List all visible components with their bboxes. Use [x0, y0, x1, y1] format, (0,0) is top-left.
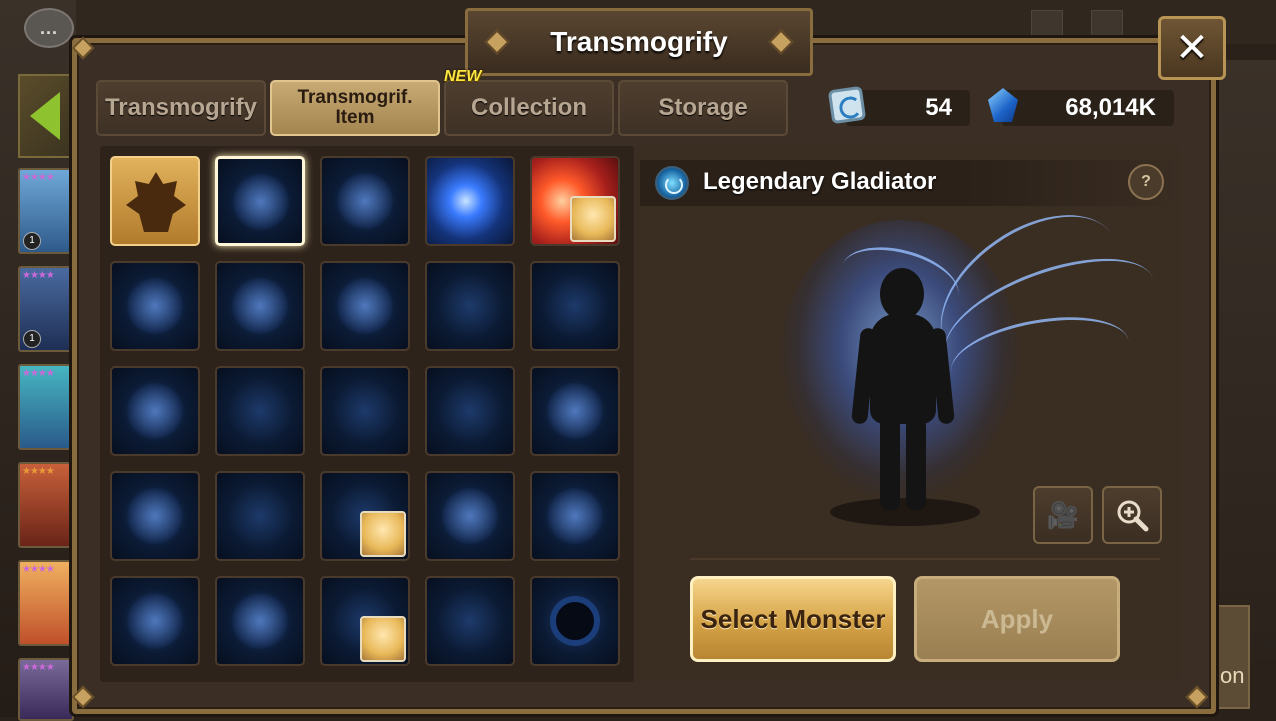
transmog-item-slot[interactable]: [320, 261, 410, 351]
title-ornament-icon: [484, 29, 510, 55]
sparkle-effect-icon: [547, 383, 603, 439]
transmog-item-slot[interactable]: [425, 471, 515, 561]
close-button[interactable]: ✕: [1158, 16, 1226, 80]
zoom-button[interactable]: [1102, 486, 1162, 544]
tab-transmogrify-item[interactable]: Transmogrif. Item: [270, 80, 440, 136]
dark-ring-effect-icon: [550, 596, 600, 646]
transmog-item-slot[interactable]: [530, 471, 620, 561]
transmog-item-slot[interactable]: [425, 261, 515, 351]
transmog-stone-value: 54: [925, 94, 952, 121]
back-arrow-button[interactable]: [18, 74, 76, 158]
back-arrow-icon: [30, 92, 60, 140]
video-camera-icon: 🎥: [1046, 499, 1080, 530]
monster-portrait-icon: [360, 511, 406, 557]
aura-effect-icon: [442, 488, 498, 544]
transmog-item-slot[interactable]: [215, 576, 305, 666]
transmog-item-slot[interactable]: [530, 156, 620, 246]
video-camera-button[interactable]: 🎥: [1033, 486, 1093, 544]
transmog-item-slot[interactable]: [320, 471, 410, 561]
aura-effect-icon: [232, 278, 288, 334]
transmog-item-slot[interactable]: [215, 471, 305, 561]
star-rating-icon: ★★★★: [22, 368, 55, 379]
tab-label: Transmogrif. Item: [297, 87, 413, 128]
transmog-item-slot[interactable]: [530, 261, 620, 351]
background-button: [1031, 10, 1063, 38]
transmog-item-slot[interactable]: [320, 576, 410, 666]
monster-thumb[interactable]: ★★★★: [18, 364, 74, 450]
star-rating-icon: ★★★★: [22, 662, 55, 673]
aura-effect-icon: [127, 383, 183, 439]
chat-bubble-icon[interactable]: ...: [24, 8, 74, 48]
apply-label: Apply: [980, 603, 1054, 634]
transmog-item-slot[interactable]: [320, 366, 410, 456]
title-ornament-icon: [768, 29, 794, 55]
select-monster-label: Select Monster: [700, 603, 886, 634]
gladiator-crown-icon: [126, 172, 186, 232]
transmog-item-slot[interactable]: [425, 576, 515, 666]
transmog-item-slot[interactable]: [110, 471, 200, 561]
tab-collection[interactable]: Collection: [444, 80, 614, 136]
zoom-in-icon: [1117, 500, 1149, 532]
star-rating-icon: ★★★★: [22, 172, 55, 183]
monster-level: 1: [23, 232, 41, 250]
transmog-item-slot[interactable]: [530, 576, 620, 666]
monster-thumb[interactable]: ★★★★: [18, 658, 74, 721]
wing-effect-icon: [337, 173, 393, 229]
vortex-effect-icon: [127, 593, 183, 649]
apply-button[interactable]: Apply: [914, 576, 1120, 662]
transmog-item-slot[interactable]: [320, 156, 410, 246]
divider: [690, 558, 1160, 560]
rune-swirl-icon: [655, 166, 689, 200]
transmog-item-slot[interactable]: [215, 366, 305, 456]
aura-effect-icon: [232, 593, 288, 649]
monster-thumb[interactable]: ★★★★ 1: [18, 168, 74, 254]
monster-portrait-icon: [360, 616, 406, 662]
modal-title: Transmogrify: [550, 26, 728, 57]
close-icon: ✕: [1175, 26, 1209, 70]
aura-effect-icon: [127, 278, 183, 334]
tab-transmogrify[interactable]: Transmogrify: [96, 80, 266, 136]
new-badge: NEW: [444, 68, 482, 85]
star-rating-icon: ★★★★: [22, 564, 55, 575]
transmog-stone-icon: [827, 85, 867, 125]
transmog-item-slot[interactable]: [425, 156, 515, 246]
transmog-item-slot[interactable]: [215, 156, 305, 246]
tab-label: Storage: [658, 94, 748, 121]
monster-thumb[interactable]: ★★★★: [18, 560, 74, 646]
wing-effect-icon: [233, 174, 289, 230]
tab-storage[interactable]: Storage: [618, 80, 788, 136]
background-partial-label: on: [1220, 663, 1245, 688]
select-monster-button[interactable]: Select Monster: [690, 576, 896, 662]
transmog-item-slot[interactable]: [110, 156, 200, 246]
info-button[interactable]: ?: [1128, 164, 1164, 200]
aura-effect-icon: [547, 488, 603, 544]
transmog-item-slot[interactable]: [110, 261, 200, 351]
monster-portrait-icon: [570, 196, 616, 242]
preview-skin-name: Legendary Gladiator: [703, 168, 937, 195]
aura-effect-icon: [337, 278, 393, 334]
background-button: [1091, 10, 1123, 38]
transmog-item-slot[interactable]: [215, 261, 305, 351]
star-rating-icon: ★★★★: [22, 270, 55, 281]
transmog-item-slot[interactable]: [425, 366, 515, 456]
transmog-item-slot[interactable]: [530, 366, 620, 456]
star-rating-icon: ★★★★: [22, 466, 55, 477]
crystal-counter: 68,014K: [1002, 90, 1174, 126]
monster-thumb[interactable]: ★★★★ 1: [18, 266, 74, 352]
character-silhouette: [851, 268, 955, 514]
transmog-item-slot[interactable]: [110, 576, 200, 666]
tab-label: Transmogrify: [104, 94, 258, 121]
modal-title-plate: Transmogrify: [465, 8, 813, 76]
transmog-item-slot[interactable]: [110, 366, 200, 456]
swirl-effect-icon: [127, 488, 183, 544]
monster-thumb[interactable]: ★★★★: [18, 462, 74, 548]
tab-label: Collection: [470, 94, 587, 121]
monster-level: 1: [23, 330, 41, 348]
crystal-value: 68,014K: [1065, 94, 1156, 121]
info-icon: ?: [1141, 173, 1151, 190]
